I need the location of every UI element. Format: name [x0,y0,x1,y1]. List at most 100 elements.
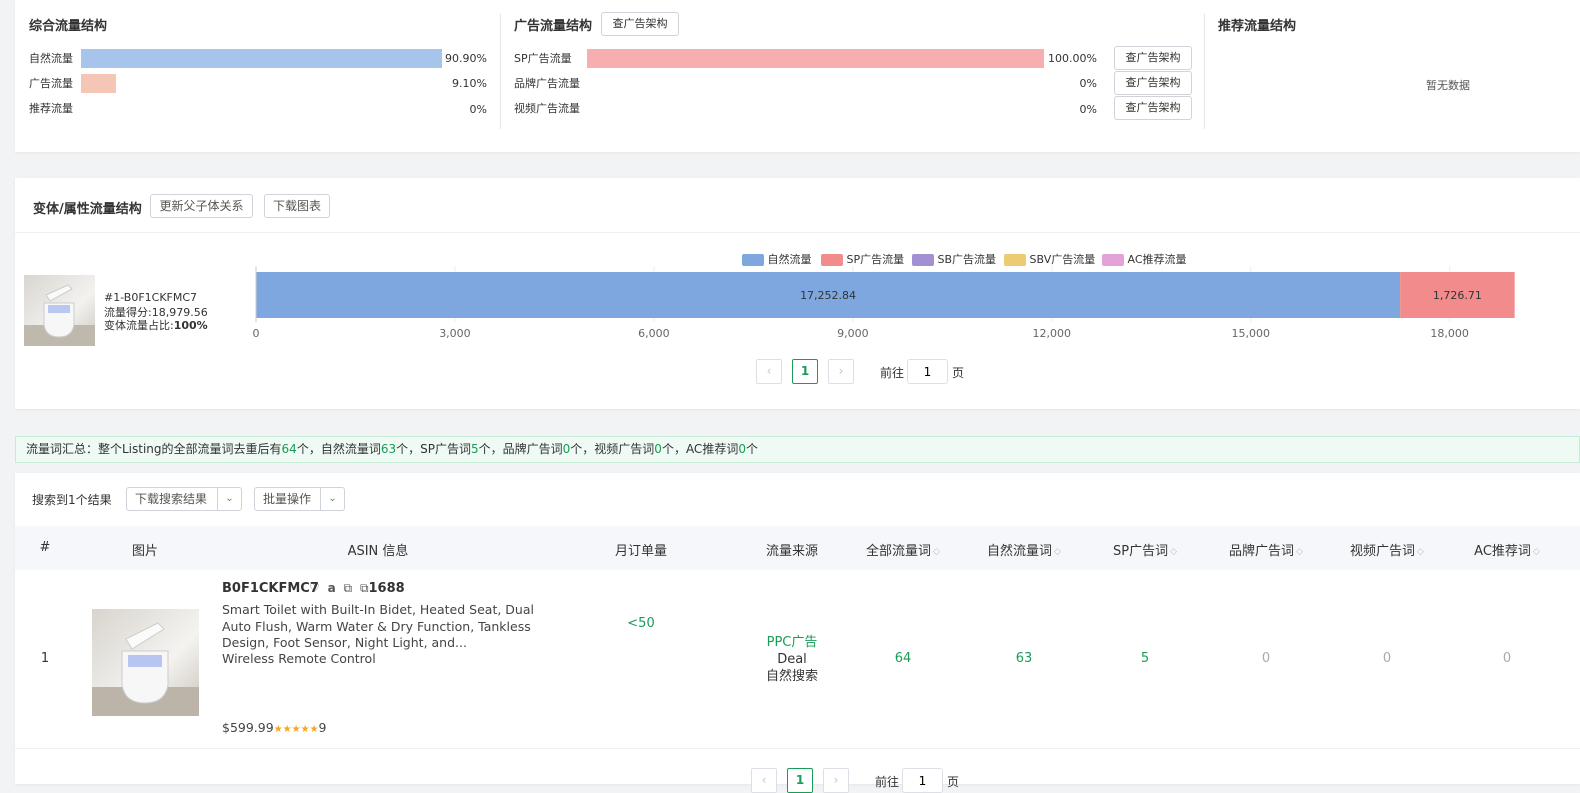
column-label: 全部流量词 [866,544,932,559]
download-chart-button[interactable]: 下载图表 [264,194,330,218]
table-next-page-button[interactable]: › [823,768,849,793]
download-results-button[interactable]: 下载搜索结果 ⌄ [126,487,242,511]
column-header-asin: ASIN 信息 [347,544,409,559]
copy-icon[interactable]: ⧉ [344,581,353,595]
x-tick-label: 6,000 [638,327,670,340]
summary-text: 个，自然流量词 [296,442,381,456]
traffic-source-cell: PPC广告 Deal 自然搜索 [742,634,842,685]
table-goto-label: 前往 [875,775,900,789]
product-image[interactable] [92,609,199,716]
column-header-brand-words[interactable]: 品牌广告词 ◇ [1221,540,1311,559]
ac-words-value: 0 [1502,651,1512,666]
chart-next-page-button[interactable]: › [828,359,854,384]
asin-link[interactable]: B0F1CKFMC7 [222,581,319,596]
summary-text: 个，SP广告词 [396,442,471,456]
column-header-traffic-source: 流量来源 [765,544,818,559]
product-price: $599.99 [222,720,274,735]
overall-value-natural: 90.90% [445,52,487,65]
ads-label-video: 视频广告流量 [514,102,580,115]
variant-name: #1-B0F1CKFMC7 [104,291,198,304]
chart-prev-page-button[interactable]: ‹ [756,359,782,384]
column-header-index: # [39,540,51,555]
column-label: SP广告词 [1112,544,1169,559]
result-count: 搜索到1个结果 [32,493,112,507]
x-tick-label: 18,000 [1430,327,1469,340]
column-label: 品牌广告词 [1229,544,1295,559]
summary-ac: 0 [738,442,746,456]
x-tick-label: 12,000 [1033,327,1072,340]
column-header-natural-words[interactable]: 自然流量词 ◇ [979,540,1069,559]
column-header-image: 图片 [131,544,158,559]
chart-goto-input[interactable] [907,359,948,384]
download-results-label: 下载搜索结果 [135,492,208,506]
traffic-source-organic: 自然搜索 [765,669,818,684]
overall-value-ads: 9.10% [452,77,487,90]
heart-icon[interactable]: ♡ [309,581,320,595]
product-title: Smart Toilet with Built-In Bidet, Heated… [222,602,534,650]
variant-title: 变体/属性流量结构 [33,202,142,217]
table-page-1-button[interactable]: 1 [787,768,813,793]
sort-icon: ◇ [1417,546,1424,557]
brand-words-value: 0 [1261,651,1271,666]
ads-label-brand: 品牌广告流量 [514,77,580,90]
chart-page-1-button[interactable]: 1 [792,359,818,384]
update-parent-child-button[interactable]: 更新父子体关系 [150,194,253,218]
summary-sp: 5 [470,442,479,456]
summary-text: 个，品牌广告词 [478,442,563,456]
summary-prefix: 流量词汇总：整个Listing的全部流量词去重后有 [26,442,282,456]
natural-words-value[interactable]: 63 [979,651,1069,666]
x-tick-label: 0 [253,327,260,340]
variant-share: 变体流量占比:100% [104,317,208,333]
column-label: 视频广告词 [1350,544,1416,559]
summary-text: 个，视频广告词 [570,442,655,456]
chart-goto-unit: 页 [952,366,965,380]
star-rating-icon: ★★★★★ [273,724,319,735]
overall-value-recommend: 0% [469,103,487,116]
sp-words-value[interactable]: 5 [1100,651,1190,666]
ads-view-structure-button[interactable]: 查广告架构 [601,12,679,36]
link-1688[interactable]: 1688 [369,581,405,596]
summary-text: 个，AC推荐词 [661,442,739,456]
sort-icon: ◇ [1170,546,1177,557]
bar-data-label-1: 1,726.71 [1433,289,1482,302]
external-link-icon[interactable]: ⧉ [360,581,369,595]
table-prev-page-button[interactable]: ‹ [751,768,777,793]
bar-data-label-0: 17,252.84 [800,289,856,302]
ads-value-sp: 100.00% [1048,52,1097,65]
traffic-structure-card: 综合流量结构 自然流量 90.90% 广告流量 9.10% 推荐流量 0% 广告… [15,0,1580,152]
toilet-image-icon [24,284,95,346]
variant-share-label: 变体流量占比: [104,319,174,332]
amazon-icon[interactable]: a [328,581,336,595]
column-header-all-words[interactable]: 全部流量词 ◇ [858,540,948,559]
traffic-source-ppc: PPC广告 [766,635,818,650]
ads-sp-structure-button[interactable]: 查广告架构 [1114,46,1192,70]
sort-icon: ◇ [1296,546,1303,557]
overall-label-natural: 自然流量 [29,52,73,65]
divider [1204,14,1205,129]
column-header-ac-words[interactable]: AC推荐词 ◇ [1462,540,1552,559]
table-goto-input[interactable] [902,768,943,793]
recommend-empty-text: 暂无数据 [1426,79,1470,92]
ads-brand-structure-button[interactable]: 查广告架构 [1114,71,1192,95]
sort-icon: ◇ [1054,546,1061,557]
overall-label-ads: 广告流量 [29,77,73,90]
column-header-monthly-orders[interactable]: 月订单量 [596,540,686,559]
batch-action-button[interactable]: 批量操作 ⌄ [254,487,345,511]
sort-icon: ◇ [933,546,940,557]
column-header-sp-words[interactable]: SP广告词 ◇ [1100,540,1190,559]
table-goto-unit: 页 [947,775,960,789]
asin-action-icons: ♡ a ⧉ ⧉1688 [309,581,405,596]
overall-label-recommend: 推荐流量 [29,102,73,115]
divider [15,232,1580,233]
variant-share-value: 100% [173,319,208,332]
toilet-image-icon [92,622,199,716]
column-header-video-words[interactable]: 视频广告词 ◇ [1342,540,1432,559]
batch-action-label: 批量操作 [263,492,312,506]
variant-stacked-bar-chart: 17,252.84 1,726.71 0 3,000 6,000 9,000 12,000 1… [253,266,1515,340]
ads-video-structure-button[interactable]: 查广告架构 [1114,96,1192,120]
all-words-value[interactable]: 64 [858,651,948,666]
divider [500,14,501,129]
chevron-down-icon: ⌄ [217,488,241,510]
row-index: 1 [40,651,50,666]
ads-title: 广告流量结构 [514,19,593,34]
